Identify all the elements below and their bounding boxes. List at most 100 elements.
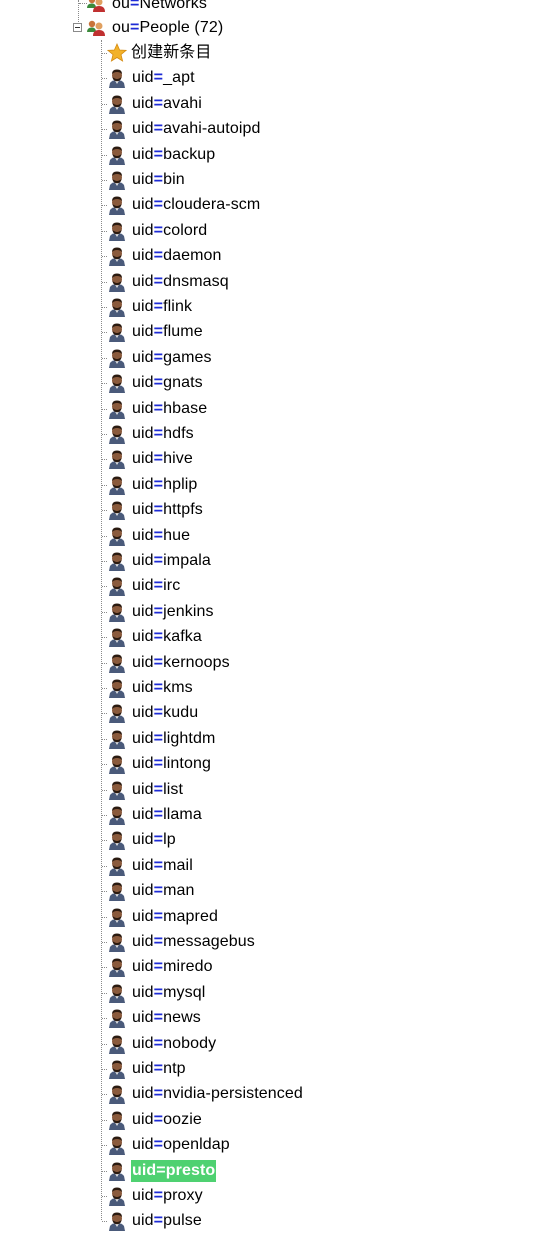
user-person-icon	[107, 703, 127, 723]
entry-label: uid=man	[131, 880, 196, 902]
rdn-value: bin	[163, 171, 185, 188]
user-entry-flink[interactable]: uid=flink	[107, 296, 193, 318]
entry-label: uid=mail	[131, 855, 194, 877]
user-entry-daemon[interactable]: uid=daemon	[107, 245, 223, 267]
rdn-attr: uid	[132, 323, 154, 340]
entry-label: uid=lightdm	[131, 728, 216, 750]
rdn-equals: =	[153, 806, 164, 823]
user-entry-messagebus[interactable]: uid=messagebus	[107, 931, 256, 953]
create-new-entry-button[interactable]: 创建新条目	[106, 42, 213, 64]
entry-label: uid=games	[131, 347, 213, 369]
rdn-equals: =	[153, 196, 164, 213]
user-entry-hive[interactable]: uid=hive	[107, 448, 194, 470]
tree-node-people[interactable]: ou=People (72)	[86, 17, 224, 39]
user-entry-presto[interactable]: uid=presto	[107, 1160, 217, 1182]
user-person-icon	[107, 957, 127, 977]
rdn-attr: uid	[132, 984, 154, 1001]
rdn-equals: =	[153, 679, 164, 696]
rdn-equals: =	[153, 273, 164, 290]
user-entry-proxy[interactable]: uid=proxy	[107, 1185, 204, 1207]
user-entry-kernoops[interactable]: uid=kernoops	[107, 652, 231, 674]
user-entry-news[interactable]: uid=news	[107, 1007, 202, 1029]
rdn-attr: uid	[132, 933, 154, 950]
user-entry-impala[interactable]: uid=impala	[107, 550, 212, 572]
user-entry-llama[interactable]: uid=llama	[107, 804, 203, 826]
collapse-minus-icon[interactable]	[73, 23, 82, 32]
entry-label: uid=openldap	[131, 1134, 231, 1156]
rdn-equals: =	[153, 476, 164, 493]
user-person-icon	[107, 424, 127, 444]
user-entry-lightdm[interactable]: uid=lightdm	[107, 728, 216, 750]
entry-label: uid=cloudera-scm	[131, 194, 261, 216]
rdn-equals: =	[153, 1009, 164, 1026]
tree-branch-line	[102, 713, 107, 714]
user-entry-mysql[interactable]: uid=mysql	[107, 982, 206, 1004]
user-person-icon	[107, 627, 127, 647]
user-person-icon	[107, 449, 127, 469]
user-entry-ntp[interactable]: uid=ntp	[107, 1058, 187, 1080]
tree-branch-line	[102, 155, 107, 156]
user-entry-avahi-autoipd[interactable]: uid=avahi-autoipd	[107, 118, 261, 140]
entry-label: uid=jenkins	[131, 601, 215, 623]
rdn-value: hbase	[163, 400, 208, 417]
user-entry-lp[interactable]: uid=lp	[107, 829, 177, 851]
tree-branch-line	[102, 536, 107, 537]
user-entry-oozie[interactable]: uid=oozie	[107, 1109, 203, 1131]
user-entry-miredo[interactable]: uid=miredo	[107, 956, 214, 978]
user-entry-flume[interactable]: uid=flume	[107, 321, 204, 343]
user-entry-jenkins[interactable]: uid=jenkins	[107, 601, 215, 623]
tree-guide-line	[101, 40, 102, 1220]
rdn-attr: uid	[132, 857, 154, 874]
user-entry-nvidia-persistenced[interactable]: uid=nvidia-persistenced	[107, 1083, 304, 1105]
user-person-icon	[107, 1008, 127, 1028]
user-entry-hue[interactable]: uid=hue	[107, 525, 191, 547]
user-entry-httpfs[interactable]: uid=httpfs	[107, 499, 204, 521]
user-entry-kudu[interactable]: uid=kudu	[107, 702, 199, 724]
user-entry-_apt[interactable]: uid=_apt	[107, 67, 196, 89]
user-entry-bin[interactable]: uid=bin	[107, 169, 186, 191]
rdn-value: Networks	[139, 0, 207, 12]
tree-node-networks[interactable]: ou=Networks	[86, 0, 208, 15]
user-entry-colord[interactable]: uid=colord	[107, 220, 208, 242]
user-entry-cloudera-scm[interactable]: uid=cloudera-scm	[107, 194, 261, 216]
user-entry-kafka[interactable]: uid=kafka	[107, 626, 203, 648]
user-entry-nobody[interactable]: uid=nobody	[107, 1033, 217, 1055]
tree-branch-line	[102, 510, 107, 511]
tree-branch-line	[102, 78, 107, 79]
user-person-icon	[107, 780, 127, 800]
rdn-value: ntp	[163, 1060, 186, 1077]
tree-branch-line	[102, 993, 107, 994]
rdn-equals: =	[153, 552, 164, 569]
rdn-value: news	[163, 1009, 201, 1026]
user-entry-hdfs[interactable]: uid=hdfs	[107, 423, 195, 445]
tree-branch-line	[102, 586, 107, 587]
rdn-equals: =	[153, 781, 164, 798]
user-entry-openldap[interactable]: uid=openldap	[107, 1134, 231, 1156]
rdn-value: miredo	[163, 958, 213, 975]
entry-label: uid=kafka	[131, 626, 203, 648]
user-entry-hplip[interactable]: uid=hplip	[107, 474, 198, 496]
user-entry-avahi[interactable]: uid=avahi	[107, 93, 203, 115]
user-entry-lintong[interactable]: uid=lintong	[107, 753, 212, 775]
user-entry-mapred[interactable]: uid=mapred	[107, 906, 219, 928]
user-entry-backup[interactable]: uid=backup	[107, 144, 216, 166]
rdn-value: nvidia-persistenced	[163, 1085, 303, 1102]
user-entry-man[interactable]: uid=man	[107, 880, 196, 902]
rdn-value: pulse	[163, 1212, 202, 1229]
user-person-icon	[107, 94, 127, 114]
rdn-attr: uid	[132, 425, 154, 442]
user-entry-irc[interactable]: uid=irc	[107, 575, 181, 597]
user-person-icon	[107, 551, 127, 571]
user-entry-pulse[interactable]: uid=pulse	[107, 1210, 203, 1232]
rdn-attr: uid	[132, 882, 154, 899]
user-entry-mail[interactable]: uid=mail	[107, 855, 194, 877]
user-entry-games[interactable]: uid=games	[107, 347, 213, 369]
rdn-equals: =	[153, 69, 164, 86]
user-entry-kms[interactable]: uid=kms	[107, 677, 194, 699]
user-entry-dnsmasq[interactable]: uid=dnsmasq	[107, 271, 230, 293]
entry-label: uid=avahi-autoipd	[131, 118, 261, 140]
entry-label: uid=mapred	[131, 906, 219, 928]
user-entry-gnats[interactable]: uid=gnats	[107, 372, 204, 394]
user-entry-hbase[interactable]: uid=hbase	[107, 398, 208, 420]
user-entry-list[interactable]: uid=list	[107, 779, 184, 801]
